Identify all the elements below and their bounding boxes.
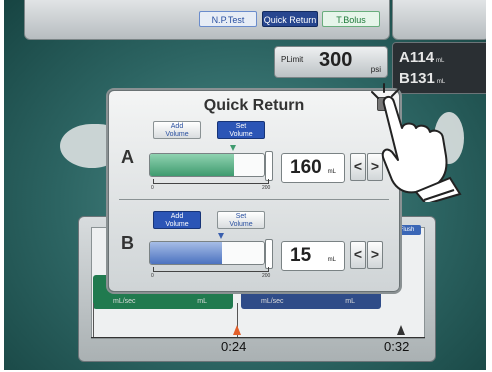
time-marker-current xyxy=(233,325,241,335)
status-a: A114 mL xyxy=(399,49,445,66)
syringe-b-marker[interactable] xyxy=(218,233,224,239)
syringe-a-marker[interactable] xyxy=(230,145,236,151)
a-volume-value: 160 xyxy=(290,157,322,178)
t-bolus-button[interactable]: T.Bolus xyxy=(322,11,380,27)
np-test-button[interactable]: N.P.Test xyxy=(199,11,257,27)
syringe-a-plunger xyxy=(265,151,273,181)
syringe-b[interactable] xyxy=(149,241,265,265)
quick-return-dialog: Quick Return Add Volume Set Volume A 0 2… xyxy=(108,90,400,292)
syringe-b-scale xyxy=(153,267,269,272)
syringe-b-fill xyxy=(150,242,222,264)
pointing-hand-icon xyxy=(371,83,462,202)
channel-a-label: A xyxy=(121,147,134,167)
syringe-b-plunger xyxy=(265,239,273,269)
b-volume-unit: mL xyxy=(327,257,336,263)
top-right-panel xyxy=(392,0,486,40)
syringe-a-fill xyxy=(150,154,234,176)
a-add-volume-button[interactable]: Add Volume xyxy=(153,121,201,139)
time-axis-start xyxy=(93,303,94,337)
plimit-value: 300 xyxy=(319,49,353,71)
time-marker-end xyxy=(397,325,405,335)
plimit-label: PLimit xyxy=(281,55,304,64)
channel-b-label: B xyxy=(121,233,134,253)
a-volume-unit: mL xyxy=(327,169,336,175)
syringe-a[interactable] xyxy=(149,153,265,177)
time-label-end: 0:32 xyxy=(384,339,410,354)
dialog-title: Quick Return xyxy=(203,97,305,114)
a-set-volume-button[interactable]: Set Volume xyxy=(217,121,265,139)
plimit-unit: psi xyxy=(370,65,381,74)
time-label-current: 0:24 xyxy=(221,339,247,354)
top-toolbar: N.P.Test Quick Return T.Bolus xyxy=(24,0,390,40)
injector-screen: N.P.Test Quick Return T.Bolus PLimit 300… xyxy=(4,0,486,370)
dialog-divider xyxy=(119,199,389,200)
pressure-limit[interactable]: PLimit 300 psi xyxy=(274,46,388,78)
b-set-volume-button[interactable]: Set Volume xyxy=(217,211,265,229)
a-volume-display: 160 mL xyxy=(281,153,345,183)
b-increase-button[interactable]: > xyxy=(367,241,383,269)
syringe-a-scale xyxy=(153,179,269,184)
b-decrease-button[interactable]: < xyxy=(350,241,366,269)
b-volume-value: 15 xyxy=(290,245,312,266)
quick-return-button[interactable]: Quick Return xyxy=(262,11,318,27)
time-axis xyxy=(91,337,425,338)
b-add-volume-button[interactable]: Add Volume xyxy=(153,211,201,229)
b-volume-display: 15 mL xyxy=(281,241,345,271)
